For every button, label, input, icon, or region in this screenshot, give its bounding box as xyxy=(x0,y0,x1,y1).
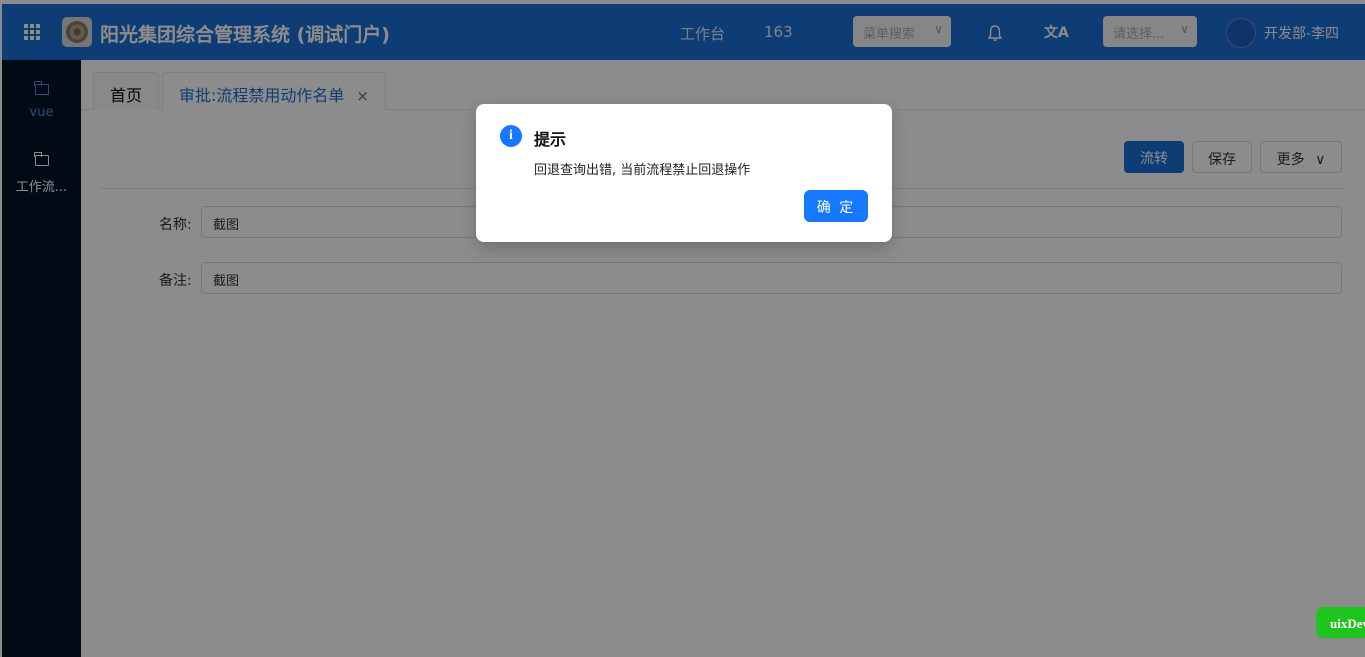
modal-mask[interactable] xyxy=(0,0,1365,657)
dialog-title: 提示 xyxy=(534,130,567,149)
info-icon: i xyxy=(500,125,522,147)
dialog-message: 回退查询出错, 当前流程禁止回退操作 xyxy=(534,163,751,178)
ok-button[interactable]: 确 定 xyxy=(804,190,868,222)
dev-tools-badge[interactable]: uixDev xyxy=(1316,607,1365,638)
alert-dialog: i 提示 回退查询出错, 当前流程禁止回退操作 确 定 xyxy=(476,104,892,242)
